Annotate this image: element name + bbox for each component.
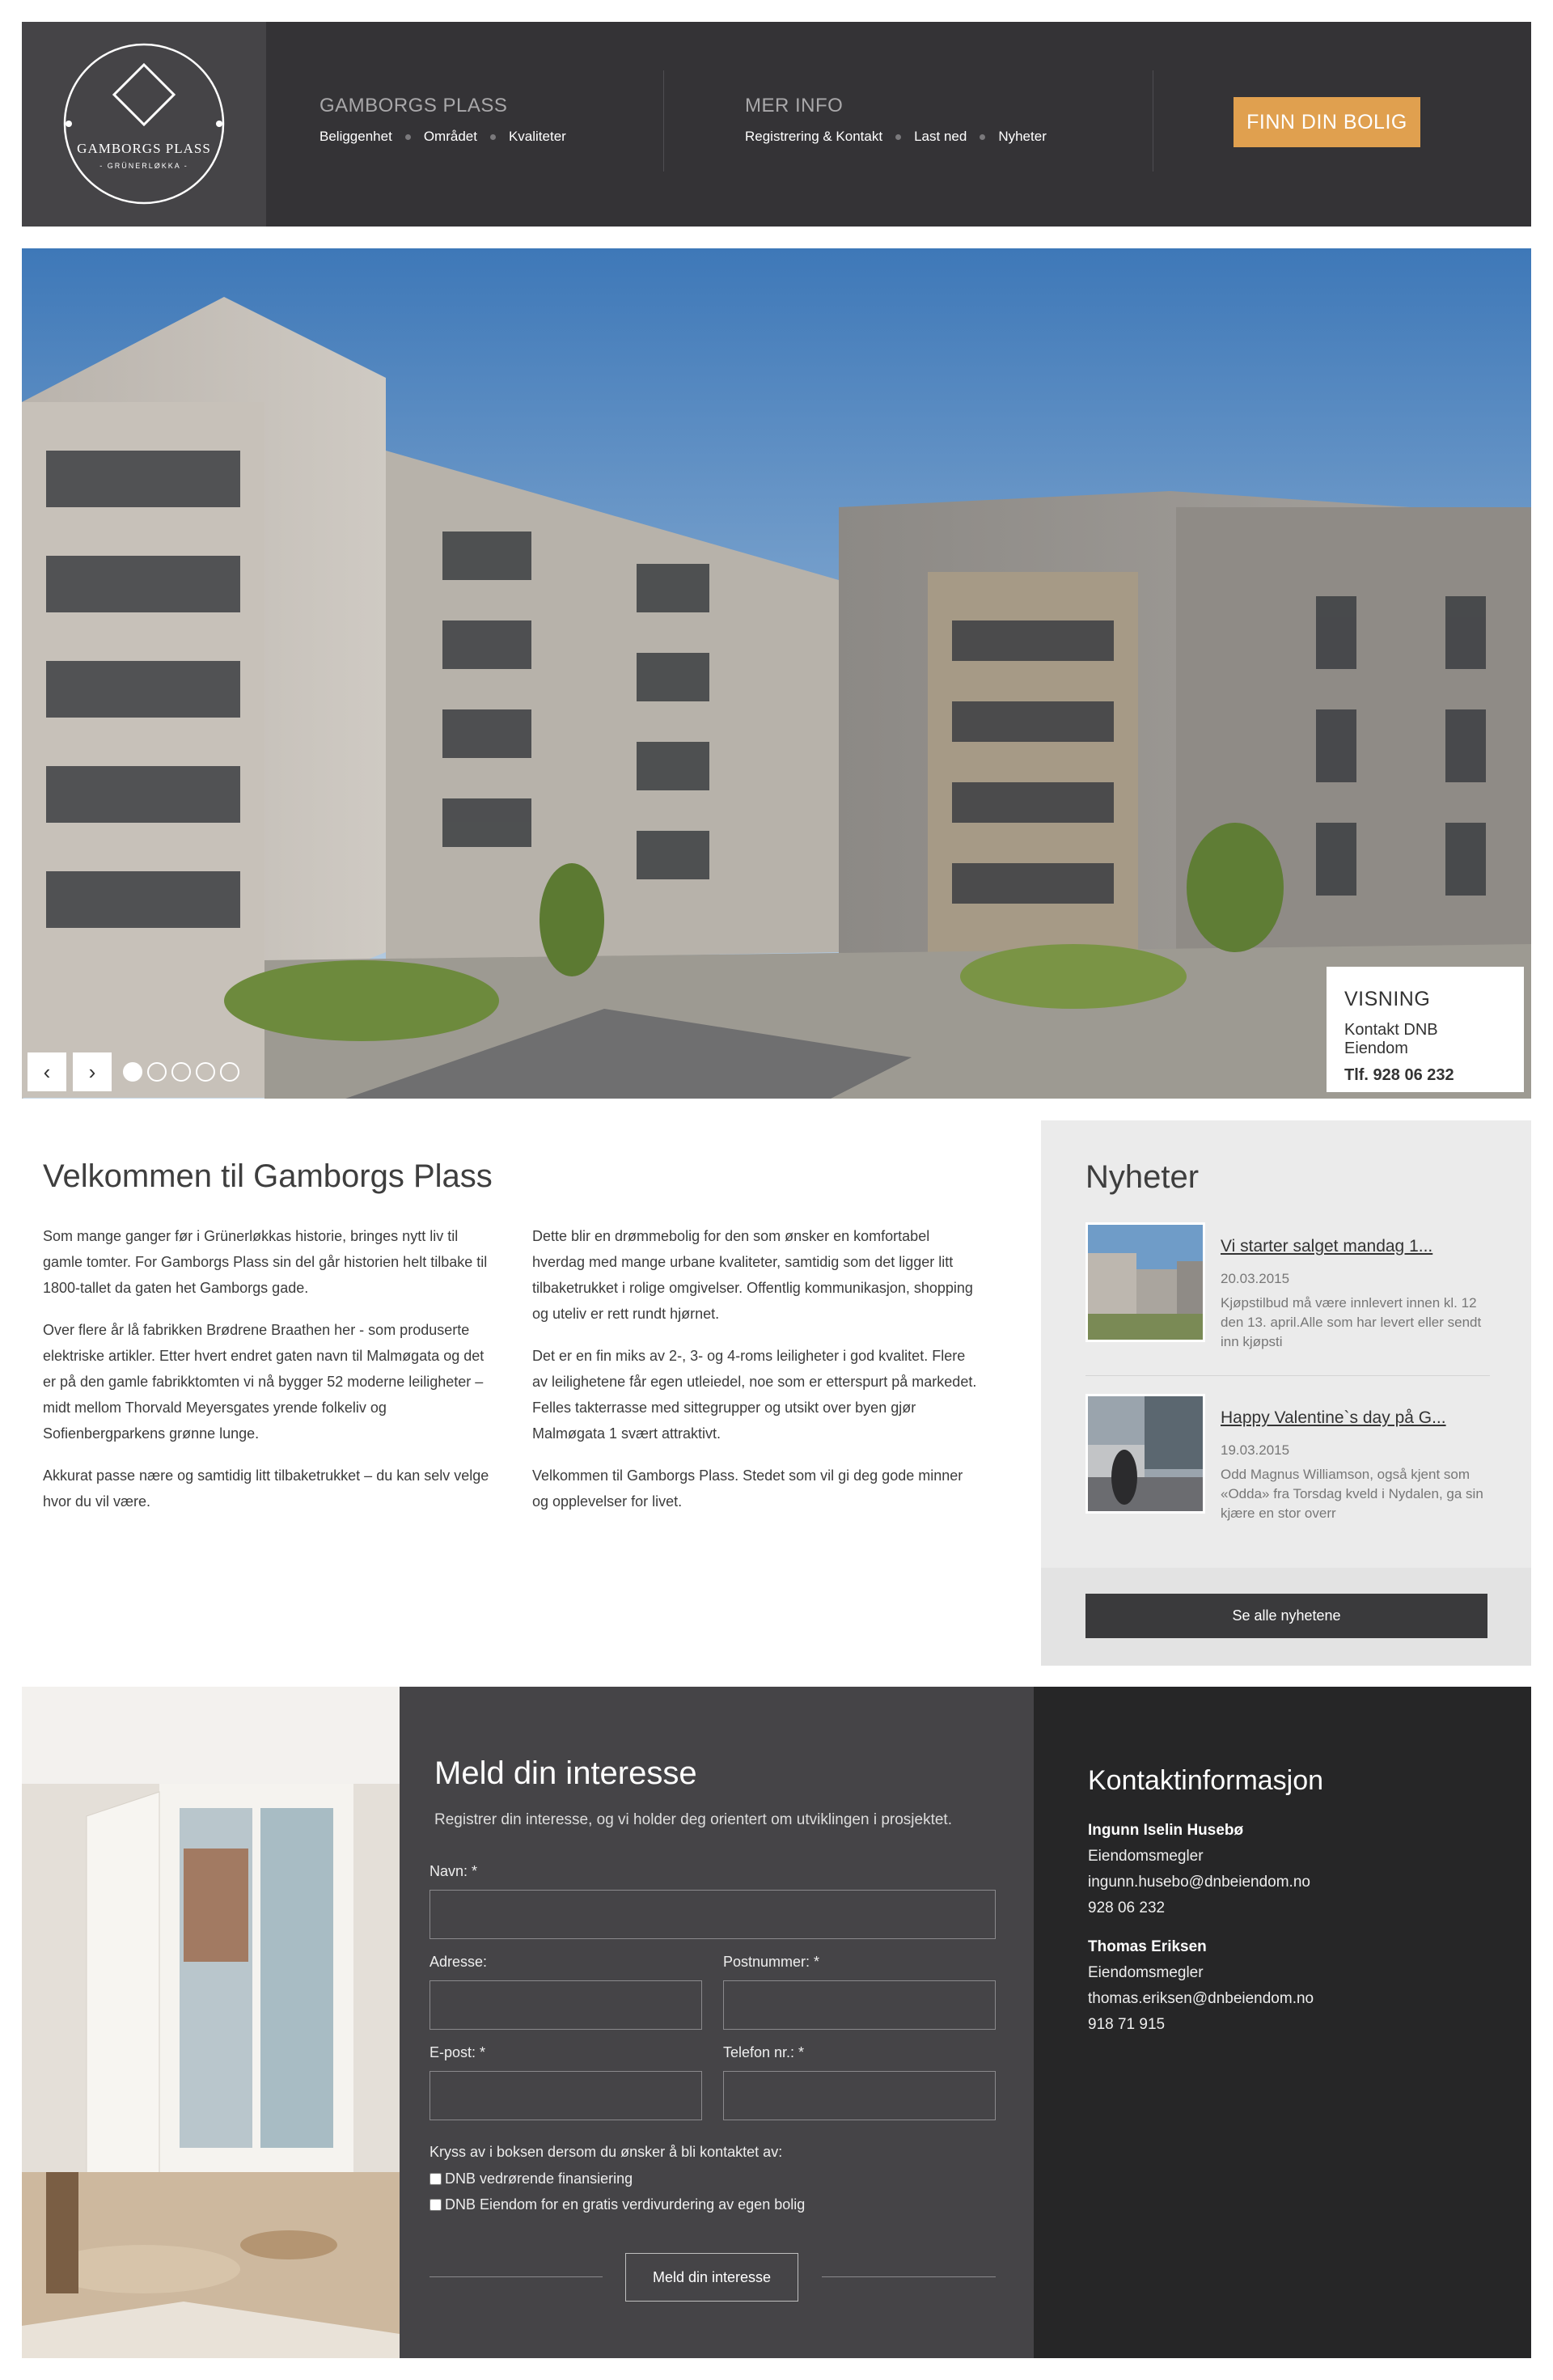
nav-link-kvaliteter[interactable]: Kvaliteter	[509, 129, 566, 145]
interior-image	[22, 1687, 400, 2358]
name-field[interactable]	[430, 1890, 996, 1939]
valuation-checkbox-row[interactable]: DNB Eiendom for en gratis verdivurdering…	[430, 2196, 805, 2213]
news-excerpt: Kjøpstilbud må være innlevert innen kl. …	[1221, 1295, 1482, 1349]
nav-divider	[663, 70, 664, 172]
contact-person: Ingunn Iselin Husebø Eiendomsmegler ingu…	[1088, 1818, 1310, 1921]
interest-form: Meld din interesse Registrer din interes…	[400, 1687, 1034, 2358]
visning-phone: Tlf. 928 06 232	[1344, 1066, 1454, 1084]
nav-heading: GAMBORGS PLASS	[319, 95, 508, 116]
welcome-paragraph: Akkurat passe nære og samtidig litt tilb…	[43, 1467, 489, 1510]
phone-label: Telefon nr.: *	[723, 2044, 805, 2060]
finance-checkbox[interactable]	[430, 2173, 442, 2185]
contact-email[interactable]: ingunn.husebo@dnbeiendom.no	[1088, 1870, 1310, 1895]
checkbox-intro: Kryss av i boksen dersom du ønsker å bli…	[430, 2144, 783, 2160]
form-title: Meld din interesse	[434, 1755, 697, 1791]
form-intro: Registrer din interesse, og vi holder de…	[434, 1811, 952, 1828]
valuation-checkbox[interactable]	[430, 2199, 442, 2211]
nav-heading: MER INFO	[745, 95, 844, 116]
welcome-title: Velkommen til Gamborgs Plass	[43, 1158, 493, 1194]
nav-group-gamborgs: GAMBORGS PLASS Beliggenhet Området Kvali…	[319, 95, 566, 145]
news-link[interactable]: Vi starter salget mandag 1...	[1221, 1237, 1432, 1256]
contact-phone[interactable]: 928 06 232	[1088, 1895, 1310, 1921]
slider-next-button[interactable]: ›	[73, 1052, 112, 1091]
news-separator	[1085, 1375, 1490, 1376]
form-divider-left	[430, 2276, 603, 2277]
bottom-section: Meld din interesse Registrer din interes…	[22, 1687, 1531, 2358]
contact-title: Kontaktinformasjon	[1088, 1765, 1324, 1796]
visning-heading: VISNING	[1344, 988, 1431, 1010]
slider-dot[interactable]	[147, 1062, 167, 1082]
logo-title: GAMBORGS PLASS	[77, 141, 211, 156]
news-link[interactable]: Happy Valentine`s day på G...	[1221, 1408, 1446, 1428]
news-panel: Nyheter Vi starter salget mandag 1... 20…	[1041, 1120, 1531, 1666]
finn-din-bolig-button[interactable]: FINN DIN BOLIG	[1234, 97, 1420, 147]
welcome-paragraph: Over flere år lå fabrikken Brødrene Braa…	[43, 1322, 485, 1442]
contact-role: Eiendomsmegler	[1088, 1964, 1204, 1981]
finance-checkbox-row[interactable]: DNB vedrørende finansiering	[430, 2170, 633, 2187]
nav-group-mer-info: MER INFO Registrering & Kontakt Last ned…	[745, 95, 1047, 145]
postal-field[interactable]	[723, 1980, 996, 2030]
nav-link-last-ned[interactable]: Last ned	[914, 129, 967, 145]
contact-name: Ingunn Iselin Husebø	[1088, 1822, 1244, 1839]
contact-person: Thomas Eriksen Eiendomsmegler thomas.eri…	[1088, 1934, 1314, 2038]
contact-name: Thomas Eriksen	[1088, 1938, 1207, 1955]
logo-subtitle: - GRÜNERLØKKA -	[99, 162, 188, 170]
contact-panel: Kontaktinformasjon Ingunn Iselin Husebø …	[1034, 1687, 1531, 2358]
hero-image	[22, 248, 1531, 1099]
news-date: 19.03.2015	[1221, 1442, 1290, 1458]
nav-separator-dot	[489, 133, 496, 140]
visning-card: VISNING Kontakt DNB Eiendom Tlf. 928 06 …	[1327, 967, 1524, 1092]
site-header: GAMBORGS PLASS - GRÜNERLØKKA - GAMBORGS …	[22, 22, 1531, 227]
valuation-checkbox-label: DNB Eiendom for en gratis verdivurdering…	[445, 2196, 806, 2213]
slider-prev-button[interactable]: ‹	[28, 1052, 66, 1091]
welcome-column-right: Dette blir en drømmebolig for den som øn…	[532, 1223, 981, 1531]
nav-link-omradet[interactable]: Området	[424, 129, 477, 145]
email-field[interactable]	[430, 2071, 702, 2120]
welcome-paragraph: Dette blir en drømmebolig for den som øn…	[532, 1228, 973, 1322]
slider-dot[interactable]	[171, 1062, 191, 1082]
welcome-paragraph: Som mange ganger før i Grünerløkkas hist…	[43, 1228, 488, 1296]
slider-dot[interactable]	[220, 1062, 239, 1082]
phone-field[interactable]	[723, 2071, 996, 2120]
submit-interest-button[interactable]: Meld din interesse	[625, 2253, 798, 2302]
slider-dot[interactable]	[123, 1062, 142, 1082]
finance-checkbox-label: DNB vedrørende finansiering	[445, 2170, 633, 2187]
visning-contact: Kontakt DNB Eiendom	[1344, 1021, 1438, 1057]
welcome-paragraph: Det er en fin miks av 2-, 3- og 4-roms l…	[532, 1348, 977, 1442]
contact-phone[interactable]: 918 71 915	[1088, 2012, 1314, 2038]
contact-email[interactable]: thomas.eriksen@dnbeiendom.no	[1088, 1986, 1314, 2012]
news-date: 20.03.2015	[1221, 1271, 1290, 1286]
nav-separator-dot	[404, 133, 411, 140]
slider-pagination	[123, 1062, 239, 1082]
address-field[interactable]	[430, 1980, 702, 2030]
slider-dot[interactable]	[196, 1062, 215, 1082]
email-label: E-post: *	[430, 2044, 486, 2060]
welcome-paragraph: Velkommen til Gamborgs Plass. Stedet som…	[532, 1467, 963, 1510]
logo-emblem-icon	[63, 43, 225, 205]
nav-separator-dot	[895, 133, 902, 140]
postal-label: Postnummer: *	[723, 1954, 820, 1970]
news-excerpt: Odd Magnus Williamson, også kjent som «O…	[1221, 1467, 1483, 1521]
form-divider-right	[822, 2276, 996, 2277]
contact-role: Eiendomsmegler	[1088, 1848, 1204, 1865]
address-label: Adresse:	[430, 1954, 488, 1970]
logo[interactable]: GAMBORGS PLASS - GRÜNERLØKKA -	[22, 22, 266, 227]
nav-separator-dot	[980, 133, 986, 140]
see-all-news-button[interactable]: Se alle nyhetene	[1085, 1594, 1487, 1638]
news-thumbnail[interactable]	[1085, 1222, 1205, 1342]
nav-link-beliggenhet[interactable]: Beliggenhet	[319, 129, 392, 145]
name-label: Navn: *	[430, 1863, 478, 1879]
hero-slider	[22, 248, 1531, 1099]
news-thumbnail[interactable]	[1085, 1394, 1205, 1514]
welcome-column-left: Som mange ganger før i Grünerløkkas hist…	[43, 1223, 492, 1531]
nav-link-nyheter[interactable]: Nyheter	[998, 129, 1047, 145]
nav-link-registrering[interactable]: Registrering & Kontakt	[745, 129, 882, 145]
news-title: Nyheter	[1085, 1159, 1200, 1195]
